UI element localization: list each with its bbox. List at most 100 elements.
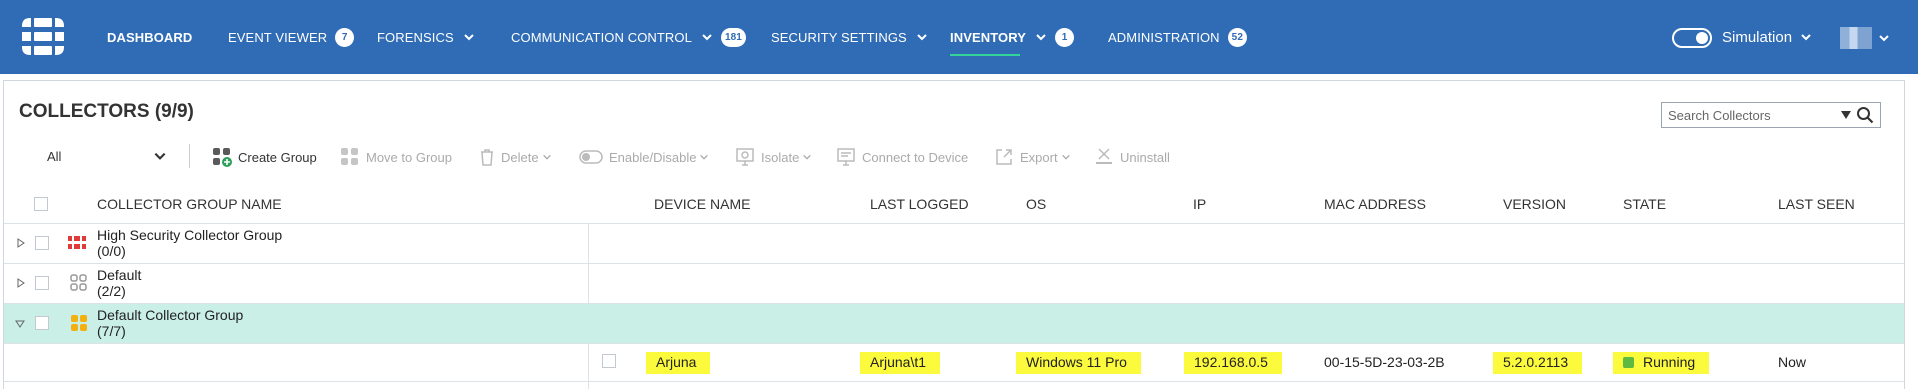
enable-disable-label: Enable/Disable xyxy=(609,149,697,165)
last-logged-cell: Arjuna\t1 xyxy=(860,352,941,374)
chevron-down-icon xyxy=(1061,154,1070,160)
enable-disable-button[interactable]: Enable/Disable xyxy=(579,144,709,170)
row-divider xyxy=(4,343,1904,344)
mac-address: 00-15-5D-23-03-2B xyxy=(1324,354,1445,370)
delete-label: Delete xyxy=(501,149,539,165)
chevron-down-icon xyxy=(1036,34,1046,41)
default-group-icon xyxy=(70,274,87,291)
device-name-cell[interactable]: Arjuna xyxy=(646,352,711,374)
create-group-button[interactable]: Create Group xyxy=(212,144,317,170)
chevron-down-icon xyxy=(702,34,712,41)
column-header-mac-address[interactable]: MAC ADDRESS xyxy=(1324,196,1426,212)
column-header-version[interactable]: VERSION xyxy=(1503,196,1566,212)
column-header-os[interactable]: OS xyxy=(1026,196,1046,212)
column-header-last-logged[interactable]: LAST LOGGED xyxy=(870,196,969,212)
inventory-count-badge: 1 xyxy=(1055,27,1075,47)
simulation-toggle[interactable] xyxy=(1672,28,1712,48)
chevron-down-icon xyxy=(803,154,812,160)
ip-address: 192.168.0.5 xyxy=(1184,352,1282,374)
group-name[interactable]: High Security Collector Group (0/0) xyxy=(97,227,282,259)
nav-administration[interactable]: ADMINISTRATION 52 xyxy=(1108,0,1247,74)
state-label: Running xyxy=(1643,354,1696,370)
last-logged: Arjuna\t1 xyxy=(860,352,941,374)
group-filter-value: All xyxy=(47,148,62,164)
ip-cell: 192.168.0.5 xyxy=(1184,352,1282,374)
nav-event-viewer[interactable]: EVENT VIEWER 7 xyxy=(228,0,355,74)
event-viewer-count-badge: 7 xyxy=(335,27,355,47)
move-to-group-button[interactable]: Move to Group xyxy=(340,144,452,170)
chevron-down-icon xyxy=(464,34,474,41)
column-header-last-seen[interactable]: LAST SEEN xyxy=(1778,196,1855,212)
nav-inventory-label: INVENTORY xyxy=(950,29,1027,45)
version-cell: 5.2.0.2113 xyxy=(1493,352,1583,374)
column-header-group-name[interactable]: COLLECTOR GROUP NAME xyxy=(97,196,282,212)
group-checkbox[interactable] xyxy=(35,276,49,290)
search-icon[interactable] xyxy=(1856,106,1874,124)
chevron-down-icon[interactable] xyxy=(1878,32,1890,44)
search-collectors[interactable] xyxy=(1661,102,1881,128)
simulation-menu[interactable]: Simulation xyxy=(1722,0,1812,74)
last-seen: Now xyxy=(1778,354,1807,370)
group-count: (2/2) xyxy=(97,283,126,299)
isolate-label: Isolate xyxy=(761,149,800,165)
chevron-down-icon xyxy=(542,154,551,160)
page-title: COLLECTORS (9/9) xyxy=(19,101,194,122)
expand-arrow-icon[interactable] xyxy=(16,278,26,288)
uninstall-icon xyxy=(1096,148,1112,164)
nav-event-viewer-label: EVENT VIEWER xyxy=(228,29,328,45)
user-avatar[interactable] xyxy=(1840,27,1872,49)
expand-arrow-icon[interactable] xyxy=(16,238,26,248)
nav-administration-label: ADMINISTRATION xyxy=(1108,29,1220,45)
column-header-device-name[interactable]: DEVICE NAME xyxy=(654,196,750,212)
group-name[interactable]: Default (2/2) xyxy=(97,267,141,299)
delete-button[interactable]: Delete xyxy=(479,144,552,170)
move-to-group-label: Move to Group xyxy=(366,149,452,165)
running-status-icon xyxy=(1623,357,1634,368)
chevron-down-icon xyxy=(1801,34,1811,41)
connect-to-device-button[interactable]: Connect to Device xyxy=(836,144,968,170)
isolate-icon xyxy=(736,148,754,166)
mac-cell: 00-15-5D-23-03-2B xyxy=(1324,354,1445,370)
state-badge: Running xyxy=(1613,352,1710,374)
column-header-ip[interactable]: IP xyxy=(1193,196,1206,212)
toolbar-divider xyxy=(189,144,190,168)
fortinet-logo-icon[interactable] xyxy=(22,18,64,55)
export-button[interactable]: Export xyxy=(994,144,1071,170)
nav-dashboard[interactable]: DASHBOARD xyxy=(107,0,192,74)
header-divider xyxy=(4,223,1904,224)
nav-communication-control[interactable]: COMMUNICATION CONTROL 181 xyxy=(511,0,746,74)
nav-security-settings-label: SECURITY SETTINGS xyxy=(771,29,907,45)
column-header-state[interactable]: STATE xyxy=(1623,196,1666,212)
os-cell: Windows 11 Pro xyxy=(1016,352,1141,374)
export-icon xyxy=(996,149,1012,165)
communication-control-count-badge: 181 xyxy=(720,27,746,47)
device-checkbox[interactable] xyxy=(602,354,616,368)
select-all-checkbox[interactable] xyxy=(34,197,48,211)
move-to-group-icon xyxy=(341,148,358,165)
isolate-button[interactable]: Isolate xyxy=(735,144,812,170)
row-divider xyxy=(4,381,1904,382)
chevron-down-icon xyxy=(917,34,927,41)
nav-inventory[interactable]: INVENTORY 1 xyxy=(950,0,1075,74)
collector-group-icon xyxy=(71,315,87,331)
nav-security-settings[interactable]: SECURITY SETTINGS xyxy=(771,0,928,74)
group-count: (7/7) xyxy=(97,323,126,339)
collapse-arrow-icon[interactable] xyxy=(15,319,25,329)
create-group-icon xyxy=(213,148,232,167)
group-checkbox[interactable] xyxy=(35,316,49,330)
dropdown-arrow-icon[interactable] xyxy=(1840,109,1852,121)
administration-count-badge: 52 xyxy=(1227,27,1247,47)
top-navigation-bar: DASHBOARD EVENT VIEWER 7 FORENSICS COMMU… xyxy=(0,0,1918,74)
uninstall-label: Uninstall xyxy=(1120,149,1170,165)
nav-forensics[interactable]: FORENSICS xyxy=(377,0,475,74)
group-name[interactable]: Default Collector Group (7/7) xyxy=(97,307,243,339)
group-checkbox[interactable] xyxy=(35,236,49,250)
group-filter-select[interactable]: All xyxy=(47,144,167,168)
chevron-down-icon xyxy=(700,154,709,160)
search-input[interactable] xyxy=(1662,107,1840,123)
selected-group-row[interactable] xyxy=(4,304,1904,343)
nav-dashboard-label: DASHBOARD xyxy=(107,29,193,45)
state-cell: Running xyxy=(1613,352,1710,374)
uninstall-button[interactable]: Uninstall xyxy=(1094,144,1170,170)
device-name: Arjuna xyxy=(646,352,711,374)
